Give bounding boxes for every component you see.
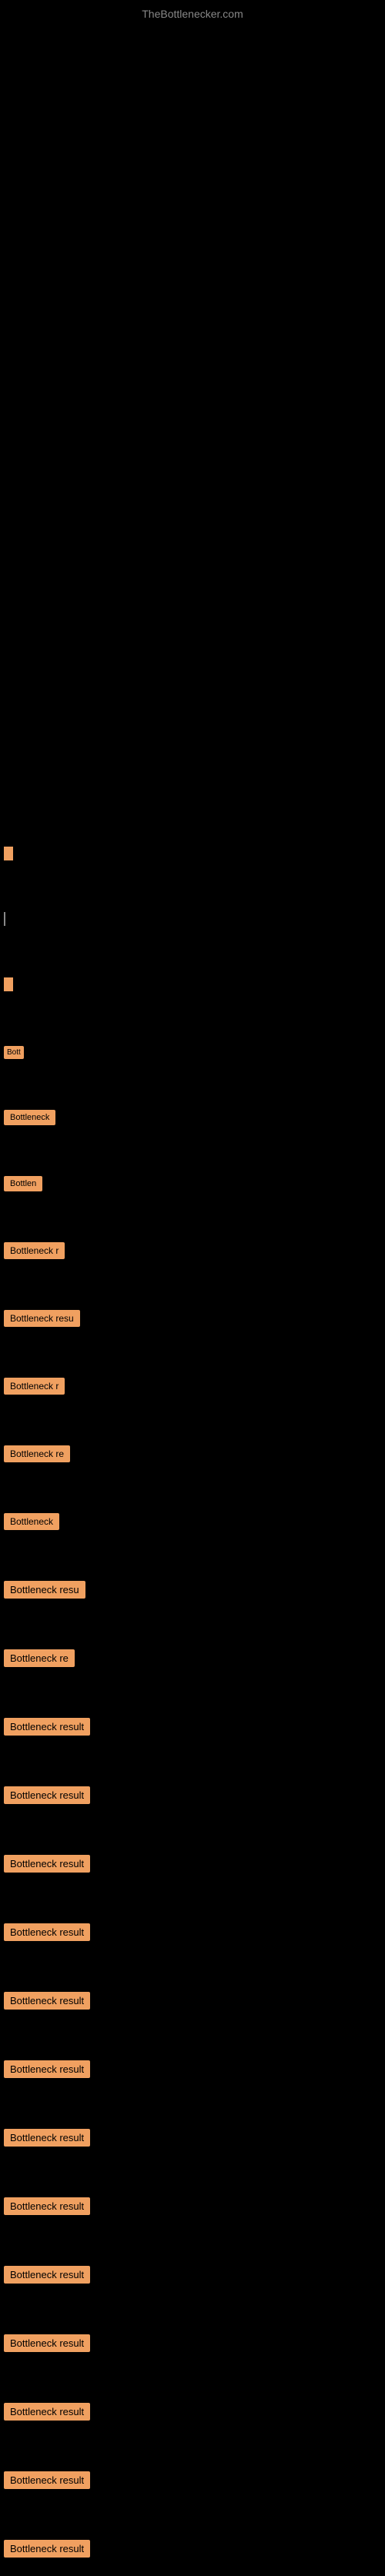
list-item: Bottleneck r	[4, 1375, 385, 1398]
list-item: Bottleneck resu	[4, 1578, 385, 1602]
list-item	[4, 844, 385, 867]
list-item: Bottleneck result	[4, 2194, 385, 2218]
site-title: TheBottlenecker.com	[0, 0, 385, 28]
list-item: Bottleneck result	[4, 2400, 385, 2424]
list-item: Bottleneck result	[4, 2057, 385, 2081]
list-item: Bottleneck result	[4, 2537, 385, 2561]
list-item: Bottleneck result	[4, 1920, 385, 1944]
list-item: Bottleneck result	[4, 2263, 385, 2287]
list-item: Bottleneck result	[4, 2126, 385, 2150]
list-item: Bottleneck result	[4, 1989, 385, 2013]
list-item	[4, 974, 385, 998]
list-item: Bottleneck result	[4, 1852, 385, 1876]
list-item: Bottleneck r	[4, 1239, 385, 1262]
list-item: Bottleneck result	[4, 1715, 385, 1739]
list-item: Bottleneck result	[4, 2331, 385, 2355]
list-item: Bottlen	[4, 1173, 385, 1194]
list-item: Bottleneck re	[4, 1646, 385, 1670]
list-item: Bottleneck result	[4, 2468, 385, 2492]
list-item: Bottleneck result	[4, 1783, 385, 1807]
list-item	[4, 912, 385, 930]
main-chart-area	[0, 28, 385, 836]
list-item: Bott	[4, 1043, 385, 1062]
items-section: Bott Bottleneck Bottlen Bottleneck r Bot…	[0, 836, 385, 2561]
list-item: Bottleneck resu	[4, 1307, 385, 1330]
list-item: Bottleneck	[4, 1510, 385, 1533]
list-item: Bottleneck re	[4, 1442, 385, 1465]
list-item: Bottleneck	[4, 1107, 385, 1128]
